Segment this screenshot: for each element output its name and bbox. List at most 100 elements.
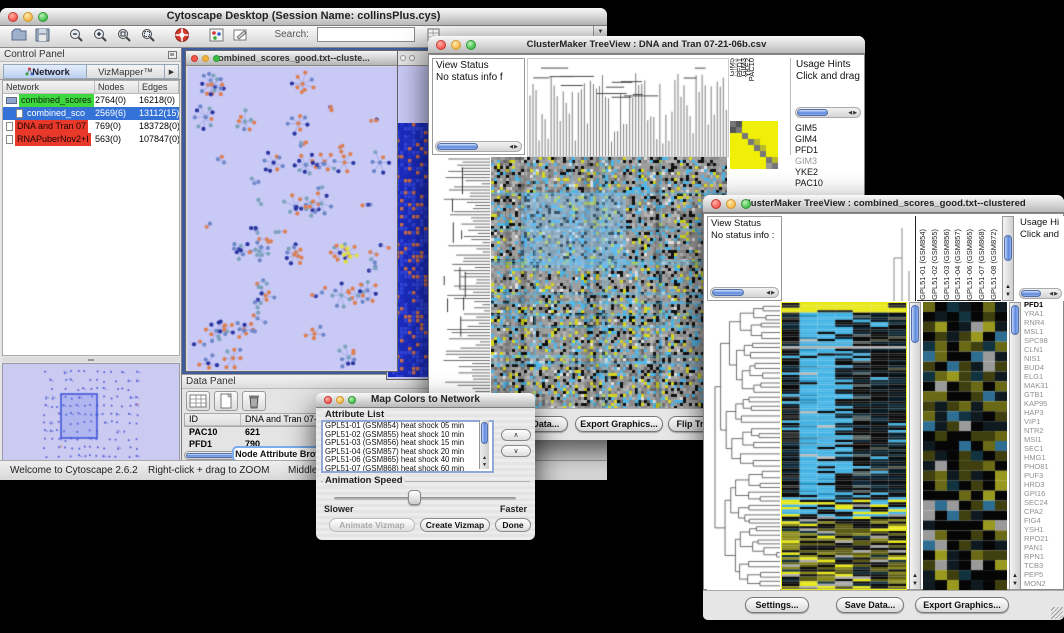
- open-file-icon[interactable]: [10, 27, 28, 43]
- speed-slider-thumb[interactable]: [408, 490, 421, 505]
- panel-splitter[interactable]: [2, 357, 180, 362]
- new-attribute-button[interactable]: [214, 391, 238, 411]
- gene-label: NIS1: [1024, 354, 1064, 363]
- gene-label: YRA1: [1024, 309, 1064, 318]
- animate-vizmap-button[interactable]: Animate Vizmap: [329, 518, 415, 532]
- network-frame-title: combined_scores_good.txt--cluste...: [213, 53, 370, 63]
- control-panel: Control Panel Network VizMapper™ ▶ Netwo…: [0, 48, 182, 468]
- column-header[interactable]: Nodes: [95, 81, 139, 94]
- zoom-icon[interactable]: [409, 55, 415, 61]
- status-scrollbar[interactable]: [710, 287, 779, 298]
- zoom-heatmap[interactable]: [923, 302, 1007, 590]
- zoom-button[interactable]: [348, 396, 356, 404]
- network-canvas[interactable]: [188, 67, 397, 370]
- close-button[interactable]: [436, 40, 446, 50]
- minimize-button[interactable]: [336, 396, 344, 404]
- zoom-button[interactable]: [466, 40, 476, 50]
- gene-label: SEC1: [1024, 444, 1064, 453]
- close-button[interactable]: [8, 12, 18, 22]
- tab-network[interactable]: Network: [3, 64, 87, 79]
- move-down-button[interactable]: ∨: [501, 445, 531, 457]
- zoom-heatmap[interactable]: [730, 121, 778, 169]
- network-nodes: 563(0): [95, 133, 139, 146]
- network-row[interactable]: combined_scores2764(0)16218(0): [3, 94, 179, 107]
- export-graphics-button[interactable]: Export Graphics...: [915, 597, 1009, 613]
- zoom-button[interactable]: [38, 12, 48, 22]
- help-lifesaver-icon[interactable]: [174, 27, 192, 43]
- resize-grip[interactable]: [1051, 607, 1063, 619]
- attribute-item[interactable]: GPL51-07 (GSM868) heat shock 60 min: [323, 465, 492, 473]
- create-vizmap-button[interactable]: Create Vizmap: [420, 518, 490, 532]
- move-up-button[interactable]: ∧: [501, 429, 531, 441]
- export-graphics-button[interactable]: Export Graphics...: [575, 416, 663, 432]
- column-header[interactable]: Edges: [139, 81, 179, 94]
- hints-scrollbar[interactable]: [1019, 288, 1062, 299]
- tab-vizmapper[interactable]: VizMapper™: [87, 64, 165, 79]
- treeview-combined-body: View Status No status info : GPL51-01 (G…: [703, 213, 1064, 590]
- zoom-in-icon[interactable]: [92, 27, 110, 43]
- row-dendrogram[interactable]: [707, 302, 780, 590]
- gene-label: PEP5: [1024, 570, 1064, 579]
- zoom-selected-icon[interactable]: [140, 27, 158, 43]
- main-titlebar[interactable]: Cytoscape Desktop (Session Name: collins…: [0, 8, 607, 26]
- network-name-cell: DNA and Tran 07: [3, 120, 95, 133]
- column-dendrogram[interactable]: [527, 58, 729, 157]
- network-nodes: 2764(0): [95, 94, 139, 107]
- attribute-table-button[interactable]: [186, 391, 210, 411]
- save-data-button[interactable]: Save Data...: [836, 597, 904, 613]
- zoom-out-icon[interactable]: [68, 27, 86, 43]
- annotations-icon[interactable]: [232, 27, 250, 43]
- attribute-list-scrollbar[interactable]: [479, 420, 489, 469]
- heatmap-selection[interactable]: [521, 193, 626, 271]
- treeview-combined-buttonbar: Settings... Save Data... Export Graphics..…: [703, 590, 1064, 620]
- network-overview-panel[interactable]: [2, 363, 180, 463]
- hints-scrollbar[interactable]: [795, 107, 861, 118]
- labels-scrollbar[interactable]: [1002, 216, 1014, 301]
- toolbar-group: [208, 26, 256, 44]
- row-dendrogram[interactable]: [432, 157, 490, 407]
- global-heatmap[interactable]: [781, 302, 907, 590]
- network-row[interactable]: combined_sco2569(6)13112(15): [3, 107, 179, 120]
- treeview-combined-titlebar[interactable]: ClusterMaker TreeView : combined_scores_…: [703, 195, 1064, 213]
- zoom-scrollbar[interactable]: [1009, 302, 1021, 590]
- network-edges: 13112(15): [139, 107, 179, 120]
- close-icon[interactable]: [191, 55, 198, 62]
- view-status-panel: View Status No status info f: [432, 58, 525, 155]
- dialog-titlebar[interactable]: Map Colors to Network: [316, 393, 535, 408]
- zoom-fit-icon[interactable]: [116, 27, 134, 43]
- zoom-icon[interactable]: [213, 55, 220, 62]
- network-row[interactable]: DNA and Tran 07769(0)183728(0): [3, 120, 179, 133]
- screen: Cytoscape Desktop (Session Name: collins…: [0, 0, 1064, 633]
- settings-button[interactable]: Settings...: [745, 597, 809, 613]
- slower-label: Slower: [324, 504, 354, 514]
- treeview-dna-title: ClusterMaker TreeView : DNA and Tran 07-…: [527, 39, 767, 50]
- zoom-button[interactable]: [741, 199, 751, 209]
- network-view-frame[interactable]: combined_scores_good.txt--cluste...: [185, 50, 398, 372]
- speed-slider-track[interactable]: [334, 497, 516, 500]
- status-scrollbar[interactable]: [435, 141, 522, 152]
- close-button[interactable]: [711, 199, 721, 209]
- float-panel-icon[interactable]: [168, 51, 177, 59]
- minimize-button[interactable]: [726, 199, 736, 209]
- minimize-icon[interactable]: [400, 55, 406, 61]
- network-frame-titlebar[interactable]: combined_scores_good.txt--cluste...: [186, 51, 397, 66]
- gene-label: PUF3: [1024, 471, 1064, 480]
- search-input[interactable]: ▼: [317, 27, 415, 42]
- attribute-list[interactable]: GPL51-01 (GSM854) heat shock 05 minGPL51…: [321, 420, 494, 473]
- treeview-dna-titlebar[interactable]: ClusterMaker TreeView : DNA and Tran 07-…: [428, 36, 865, 54]
- delete-attribute-button[interactable]: [242, 391, 266, 411]
- network-row[interactable]: RNAPuberNov2+I563(0)107847(0): [3, 133, 179, 146]
- minimize-button[interactable]: [23, 12, 33, 22]
- minimize-button[interactable]: [451, 40, 461, 50]
- close-button[interactable]: [324, 396, 332, 404]
- save-icon[interactable]: [34, 27, 52, 43]
- heatmap-scrollbar[interactable]: [909, 302, 921, 590]
- view-nodes-icon[interactable]: [208, 27, 226, 43]
- minimize-icon[interactable]: [202, 55, 209, 62]
- tab-overflow-icon[interactable]: ▶: [165, 64, 179, 79]
- attribute-list-label: Attribute List: [323, 409, 386, 420]
- column-dendrogram[interactable]: [784, 216, 916, 301]
- done-button[interactable]: Done: [495, 518, 531, 532]
- column-header[interactable]: ID: [185, 414, 241, 426]
- column-header[interactable]: Network: [3, 81, 95, 94]
